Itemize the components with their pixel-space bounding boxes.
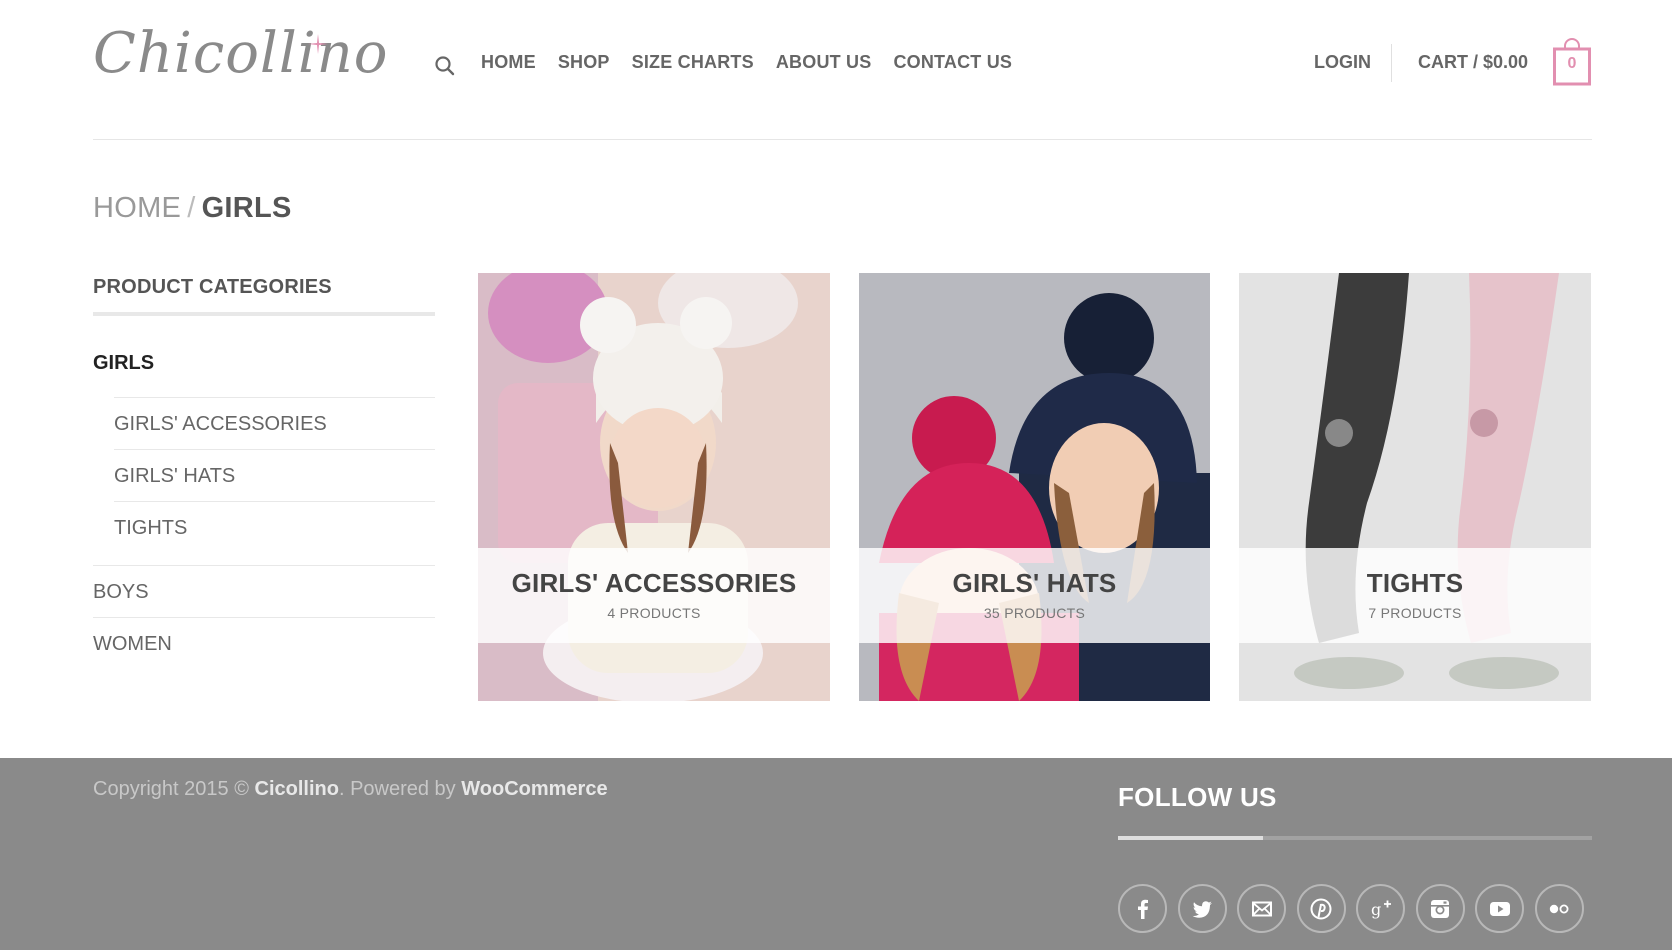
follow-divider-accent xyxy=(1118,836,1263,840)
youtube-icon xyxy=(1489,901,1510,916)
follow-divider xyxy=(1118,836,1592,840)
category-girls-hats[interactable]: GIRLS' HATS xyxy=(114,449,435,501)
breadcrumb-separator: / xyxy=(187,192,196,224)
cart-count: 0 xyxy=(1567,55,1577,72)
cart-link[interactable]: CART / $0.00 xyxy=(1418,52,1528,73)
flickr-icon xyxy=(1549,904,1569,913)
category-card-girls-accessories[interactable]: GIRLS' ACCESSORIES 4 PRODUCTS xyxy=(478,273,830,701)
category-women[interactable]: WOMEN xyxy=(93,617,435,669)
footer-brand-link[interactable]: Cicollino xyxy=(255,778,339,800)
site-footer: Copyright 2015 © Cicollino. Powered by W… xyxy=(0,758,1672,950)
header-divider xyxy=(1391,44,1392,82)
category-girls-accessories[interactable]: GIRLS' ACCESSORIES xyxy=(114,397,435,449)
nav-about-us[interactable]: ABOUT US xyxy=(776,52,872,73)
card-overlay: GIRLS' HATS 35 PRODUCTS xyxy=(859,548,1210,643)
category-boys[interactable]: BOYS xyxy=(93,565,435,617)
product-categories-sidebar: PRODUCT CATEGORIES GIRLS GIRLS' ACCESSOR… xyxy=(93,276,435,669)
main-nav: HOME SHOP SIZE CHARTS ABOUT US CONTACT U… xyxy=(481,52,1034,73)
logo-text: Chicollino xyxy=(93,21,389,86)
breadcrumb-current: GIRLS xyxy=(201,192,292,224)
twitter-icon xyxy=(1192,900,1212,918)
pinterest-icon xyxy=(1310,898,1332,919)
card-overlay: TIGHTS 7 PRODUCTS xyxy=(1239,548,1591,643)
site-logo[interactable]: Chicollino xyxy=(93,14,393,94)
sidebar-title: PRODUCT CATEGORIES xyxy=(93,276,435,316)
instagram-icon xyxy=(1431,899,1449,918)
category-title: GIRLS' ACCESSORIES xyxy=(511,568,797,598)
social-links: g xyxy=(1118,884,1594,933)
breadcrumb-home[interactable]: HOME xyxy=(93,192,181,224)
copyright-prefix: Copyright 2015 © xyxy=(93,778,249,800)
email-button[interactable] xyxy=(1237,884,1286,933)
nav-shop[interactable]: SHOP xyxy=(558,52,610,73)
facebook-icon xyxy=(1137,899,1148,919)
pinterest-button[interactable] xyxy=(1296,884,1346,933)
category-girls[interactable]: GIRLS xyxy=(93,352,435,397)
flickr-button[interactable] xyxy=(1534,884,1584,933)
category-card-girls-hats[interactable]: GIRLS' HATS 35 PRODUCTS xyxy=(859,273,1210,701)
category-tights[interactable]: TIGHTS xyxy=(114,501,435,553)
google-plus-button[interactable]: g xyxy=(1356,884,1405,933)
nav-size-charts[interactable]: SIZE CHARTS xyxy=(632,52,754,73)
google-plus-icon: g xyxy=(1371,900,1391,919)
category-card-tights[interactable]: TIGHTS 7 PRODUCTS xyxy=(1239,273,1591,701)
cart-button[interactable]: 0 xyxy=(1553,38,1591,86)
breadcrumb: HOME / GIRLS xyxy=(93,192,292,225)
woocommerce-link[interactable]: WooCommerce xyxy=(461,778,607,800)
card-overlay: GIRLS' ACCESSORIES 4 PRODUCTS xyxy=(478,548,830,643)
nav-contact-us[interactable]: CONTACT US xyxy=(893,52,1012,73)
twitter-button[interactable] xyxy=(1177,884,1227,933)
category-count: 35 PRODUCTS xyxy=(983,605,1086,621)
category-count: 7 PRODUCTS xyxy=(1368,605,1462,621)
email-icon xyxy=(1251,901,1272,916)
category-title: GIRLS' HATS xyxy=(952,568,1117,598)
youtube-button[interactable] xyxy=(1475,884,1524,933)
powered-prefix: . Powered by xyxy=(338,778,456,800)
girls-subcategory-list: GIRLS' ACCESSORIES GIRLS' HATS TIGHTS xyxy=(93,397,435,553)
sparkle-icon xyxy=(308,34,328,54)
svg-text:g: g xyxy=(1371,900,1381,919)
copyright-text: Copyright 2015 © Cicollino. Powered by W… xyxy=(93,778,608,801)
login-link[interactable]: LOGIN xyxy=(1314,52,1371,73)
category-title: TIGHTS xyxy=(1366,568,1464,598)
search-icon[interactable] xyxy=(434,55,456,77)
nav-home[interactable]: HOME xyxy=(481,52,536,73)
category-count: 4 PRODUCTS xyxy=(607,605,701,621)
facebook-button[interactable] xyxy=(1118,884,1167,933)
follow-us-title: FOLLOW US xyxy=(1118,782,1277,812)
instagram-button[interactable] xyxy=(1415,884,1465,933)
site-header: Chicollino HOME SHOP SIZE CHARTS ABOUT U… xyxy=(93,0,1592,140)
